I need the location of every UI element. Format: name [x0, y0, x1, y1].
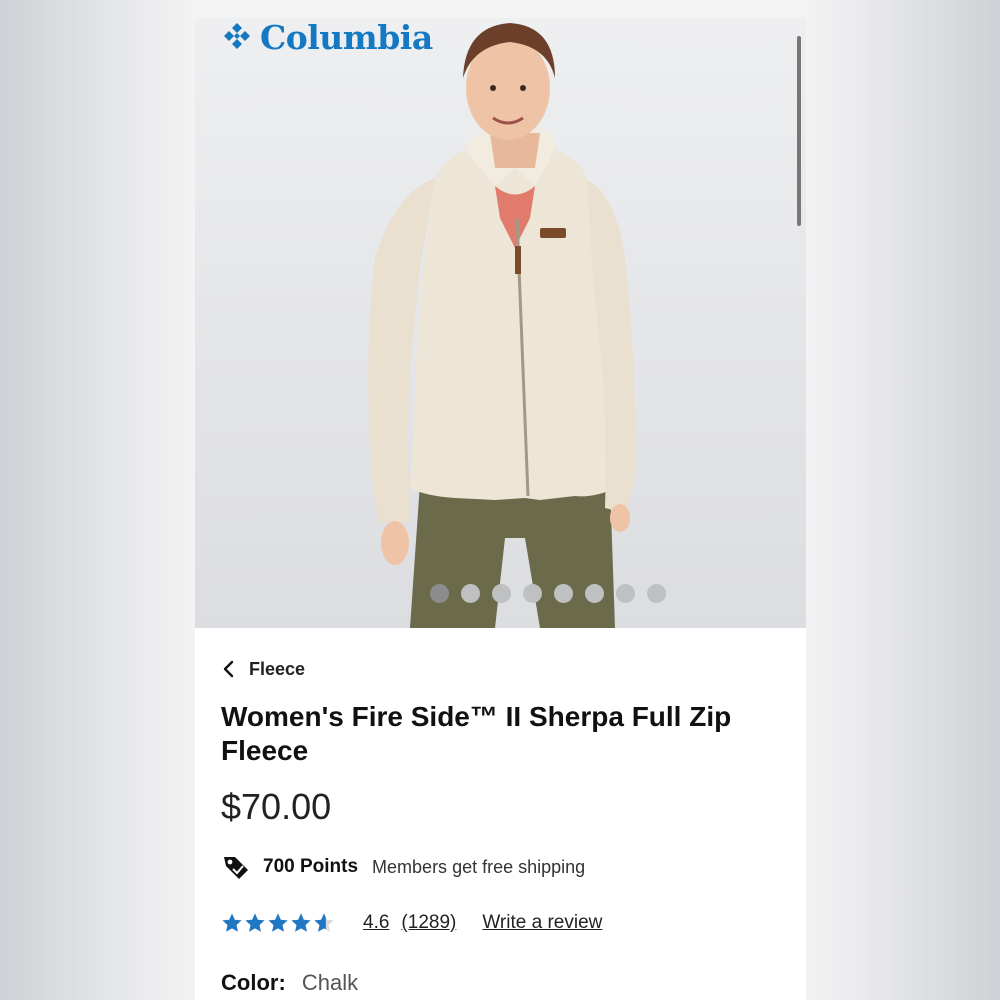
shipping-note: Members get free shipping	[372, 856, 586, 877]
brand-logo[interactable]: Columbia	[220, 18, 433, 57]
product-details: Fleece Women's Fire Side™ II Sherpa Full…	[221, 658, 781, 996]
product-page: Columbia Fleece Women's Fire Side™ II Sh…	[195, 18, 806, 1000]
breadcrumb-label: Fleece	[249, 658, 306, 679]
carousel-dot[interactable]	[430, 584, 449, 603]
carousel-dot[interactable]	[523, 584, 542, 603]
review-count-link[interactable]: (1289)	[401, 912, 456, 934]
color-selector: Color: Chalk	[221, 970, 781, 996]
scrollbar[interactable]	[797, 36, 801, 226]
product-price: $70.00	[221, 786, 332, 827]
carousel-dot[interactable]	[585, 584, 604, 603]
product-title: Women's Fire Side™ II Sherpa Full Zip Fl…	[221, 701, 732, 766]
carousel-dot[interactable]	[492, 584, 511, 603]
price-tag-icon	[224, 857, 248, 879]
carousel-dot[interactable]	[616, 584, 635, 603]
carousel-dot[interactable]	[647, 584, 666, 603]
color-value: Chalk	[301, 970, 359, 995]
carousel-dot[interactable]	[461, 584, 480, 603]
rating-value-link[interactable]: 4.6	[363, 912, 389, 934]
color-label: Color:	[221, 970, 286, 995]
reward-points: 700 Points	[263, 856, 359, 877]
rewards-row: 700 Points Members get free shipping	[221, 852, 781, 882]
star-icon	[291, 913, 311, 932]
columbia-diamond-logo-icon	[224, 23, 250, 49]
rating-row: 4.6 (1289) Write a review	[221, 908, 781, 938]
star-icon	[268, 913, 288, 932]
carousel-dot[interactable]	[554, 584, 573, 603]
product-image-carousel[interactable]: Columbia	[195, 18, 806, 628]
chevron-left-icon	[223, 660, 234, 678]
star-icon	[245, 913, 265, 932]
write-review-link[interactable]: Write a review	[482, 912, 602, 934]
star-half-icon	[314, 913, 334, 932]
breadcrumb[interactable]: Fleece	[221, 658, 781, 680]
carousel-pagination[interactable]	[195, 584, 806, 603]
brand-name: Columbia	[260, 18, 433, 57]
star-icon	[222, 913, 242, 932]
star-rating[interactable]	[221, 912, 335, 934]
product-photo	[368, 23, 636, 628]
